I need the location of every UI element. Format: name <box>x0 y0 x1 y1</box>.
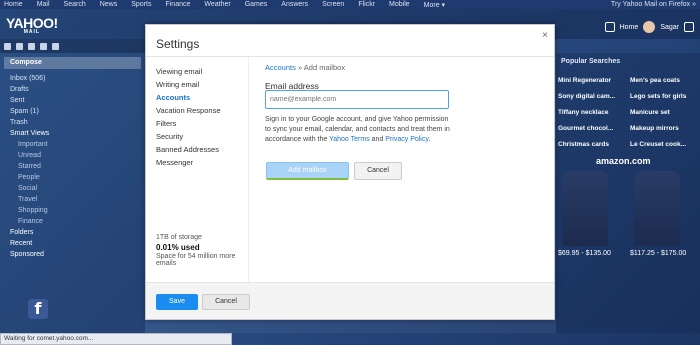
divider <box>248 57 249 282</box>
notepad-icon[interactable] <box>40 42 47 50</box>
breadcrumb-separator: » <box>297 63 303 72</box>
amazon-logo[interactable]: amazon.com <box>596 156 651 166</box>
sidebar-item-travel[interactable]: Travel <box>0 194 145 205</box>
contacts-icon[interactable] <box>16 42 23 50</box>
calendar-icon[interactable] <box>28 42 35 50</box>
close-icon[interactable]: × <box>542 30 548 41</box>
topnav-item[interactable]: Home <box>4 1 23 8</box>
envelope-icon[interactable] <box>4 42 11 50</box>
sidebar-item-inbox[interactable]: Inbox (506) <box>0 73 145 84</box>
storage-used: 0.01% used <box>156 243 200 252</box>
topnav-item[interactable]: Sports <box>131 1 151 8</box>
storage-total: 1TB of storage <box>156 234 202 241</box>
sidebar-smart-views[interactable]: Smart Views <box>0 128 145 139</box>
settings-nav-banned-addresses[interactable]: Banned Addresses <box>156 143 246 156</box>
privacy-policy-link[interactable]: Privacy Policy <box>385 136 428 143</box>
facebook-icon[interactable]: f <box>28 299 48 319</box>
topnav-item[interactable]: More ▾ <box>424 1 445 9</box>
topnav-item[interactable]: Screen <box>322 1 344 8</box>
settings-modal: Settings × Viewing email Writing email A… <box>145 24 555 320</box>
sidebar-folders[interactable]: Folders <box>0 227 145 238</box>
ad-link[interactable]: Mini Regenerator <box>558 77 611 84</box>
sidebar-recent[interactable]: Recent <box>0 238 145 249</box>
storage-space: Space for 54 million more emails <box>156 253 236 267</box>
ad-link[interactable]: Christmas cards <box>558 141 609 148</box>
ad-price: $69.95 - $135.00 <box>558 250 611 257</box>
user-name[interactable]: Sagar <box>660 24 679 31</box>
modal-title: Settings <box>156 37 200 51</box>
gear-icon[interactable] <box>684 22 694 32</box>
cancel-button[interactable]: Cancel <box>202 294 250 310</box>
save-button[interactable]: Save <box>156 294 198 310</box>
breadcrumb: Accounts » Add mailbox <box>265 63 345 72</box>
ad-link[interactable]: Gourmet chocol... <box>558 125 613 132</box>
sidebar-item-trash[interactable]: Trash <box>0 117 145 128</box>
yahoo-mail-logo[interactable]: YAHOO! MAIL <box>6 15 58 35</box>
topnav-item[interactable]: Games <box>245 1 268 8</box>
sidebar-item-important[interactable]: Important <box>0 139 145 150</box>
yahoo-terms-link[interactable]: Yahoo Terms <box>329 136 370 143</box>
cancel-add-button[interactable]: Cancel <box>354 162 402 180</box>
description-period: . <box>428 136 431 143</box>
ad-link[interactable]: Men's pea coats <box>630 77 680 84</box>
divider <box>146 56 554 57</box>
email-field[interactable] <box>265 90 449 109</box>
topnav-item[interactable]: Mail <box>37 1 50 8</box>
sidebar-item-unread[interactable]: Unread <box>0 150 145 161</box>
settings-nav-accounts[interactable]: Accounts <box>156 91 246 104</box>
ad-link[interactable]: Manicure set <box>630 109 670 116</box>
sidebar-item-sent[interactable]: Sent <box>0 95 145 106</box>
sidebar: Compose Inbox (506) Drafts Sent Spam (1)… <box>0 53 145 333</box>
topnav-item[interactable]: Finance <box>165 1 190 8</box>
sidebar-item-finance[interactable]: Finance <box>0 216 145 227</box>
firefox-promo-link[interactable]: Try Yahoo Mail on Firefox » <box>611 0 696 9</box>
settings-nav: Viewing email Writing email Accounts Vac… <box>156 65 246 169</box>
top-nav: Home Mail Search News Sports Finance Wea… <box>0 0 700 9</box>
settings-nav-security[interactable]: Security <box>156 130 246 143</box>
settings-nav-writing-email[interactable]: Writing email <box>156 78 246 91</box>
sidebar-item-social[interactable]: Social <box>0 183 145 194</box>
description-and: and <box>371 136 384 143</box>
home-icon[interactable] <box>604 22 615 32</box>
settings-nav-vacation-response[interactable]: Vacation Response <box>156 104 246 117</box>
sidebar-item-people[interactable]: People <box>0 172 145 183</box>
sidebar-item-shopping[interactable]: Shopping <box>0 205 145 216</box>
ad-price: $117.25 - $175.00 <box>630 250 687 257</box>
breadcrumb-accounts-link[interactable]: Accounts <box>265 63 296 72</box>
storage-info: 1TB of storage 0.01% used Space for 54 m… <box>156 234 246 267</box>
ad-link[interactable]: Makeup mirrors <box>630 125 679 132</box>
topnav-item[interactable]: Mobile <box>389 1 410 8</box>
settings-nav-filters[interactable]: Filters <box>156 117 246 130</box>
header-right: Home Sagar <box>604 21 694 33</box>
settings-nav-messenger[interactable]: Messenger <box>156 156 246 169</box>
browser-status-bar: Waiting for comet.yahoo.com... <box>0 333 232 345</box>
mail-toolbar <box>0 39 145 53</box>
ad-link[interactable]: Le Creuset cook... <box>630 141 686 148</box>
topnav-item[interactable]: News <box>100 1 118 8</box>
topnav-item[interactable]: Answers <box>281 1 308 8</box>
compose-button[interactable]: Compose <box>4 57 141 69</box>
coat-image-right[interactable] <box>634 171 680 246</box>
ads-panel: Popular Searches Mini Regenerator Men's … <box>556 53 700 333</box>
coat-image-left[interactable] <box>562 171 608 246</box>
home-link[interactable]: Home <box>620 24 639 31</box>
newsfeed-icon[interactable] <box>52 42 59 50</box>
avatar[interactable] <box>643 21 656 33</box>
sync-description: Sign in to your Google account, and give… <box>265 115 451 145</box>
breadcrumb-current: Add mailbox <box>303 63 346 72</box>
topnav-item[interactable]: Search <box>64 1 86 8</box>
add-mailbox-button[interactable]: Add mailbox <box>266 162 349 180</box>
topnav-item[interactable]: Flickr <box>358 1 375 8</box>
sidebar-item-spam[interactable]: Spam (1) <box>0 106 145 117</box>
sidebar-item-starred[interactable]: Starred <box>0 161 145 172</box>
ad-link[interactable]: Sony digital cam... <box>558 93 615 100</box>
sidebar-item-drafts[interactable]: Drafts <box>0 84 145 95</box>
settings-nav-viewing-email[interactable]: Viewing email <box>156 65 246 78</box>
ad-link[interactable]: Lego sets for girls <box>630 93 686 100</box>
modal-footer: Save Cancel <box>146 282 554 319</box>
topnav-item[interactable]: Weather <box>204 1 230 8</box>
ads-title: Popular Searches <box>561 58 621 65</box>
ad-link[interactable]: Tiffany necklace <box>558 109 608 116</box>
sidebar-sponsored[interactable]: Sponsored <box>0 249 145 260</box>
